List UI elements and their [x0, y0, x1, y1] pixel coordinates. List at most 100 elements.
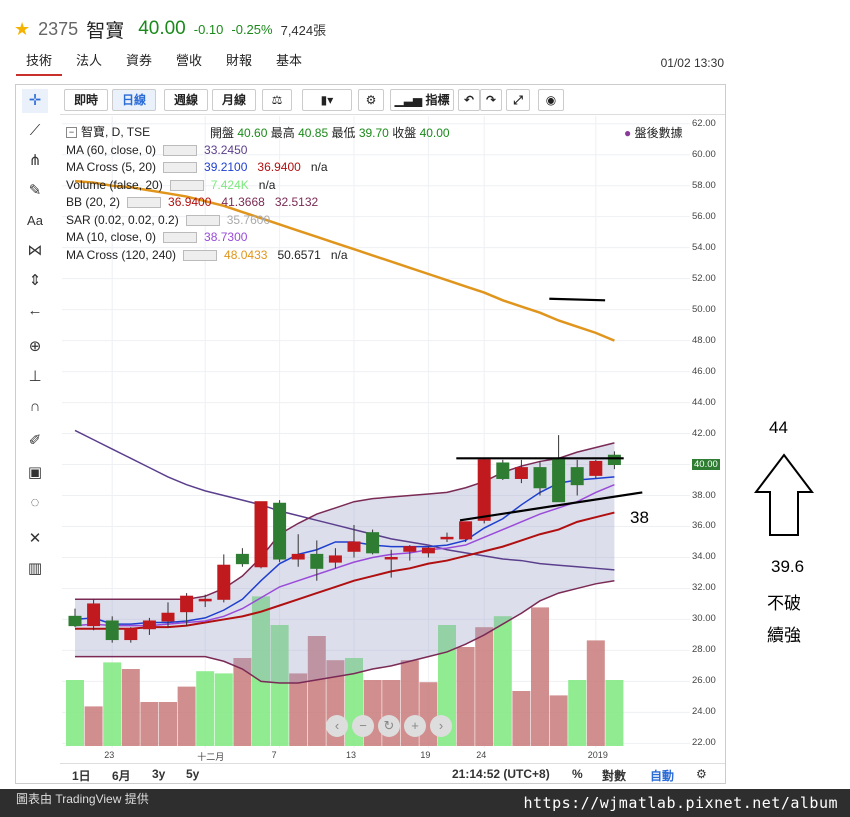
auto-toggle[interactable]: 自動	[650, 767, 674, 784]
candle-body	[514, 467, 528, 479]
legend-row[interactable]: MA (60, close, 0) 33.2450	[66, 142, 354, 160]
lock-icon[interactable]: ▣	[22, 461, 48, 485]
redo-icon[interactable]: ↷	[480, 89, 502, 111]
after-hours-label[interactable]: ● 盤後數據	[624, 124, 683, 141]
legend-controls-icon[interactable]	[185, 214, 220, 226]
tab-technical[interactable]: 技術	[16, 52, 63, 76]
ruler-icon[interactable]: ⊥	[22, 365, 48, 389]
source-credit: 圖表由 TradingView 提供	[16, 792, 149, 806]
collapse-icon[interactable]: −	[66, 127, 77, 139]
arrow-left-icon[interactable]: ←	[22, 299, 48, 323]
pattern-icon[interactable]: ⋈	[22, 239, 48, 263]
daily-button[interactable]: 日線	[112, 89, 156, 111]
tools-icon[interactable]: ✕	[22, 527, 48, 551]
legend-row[interactable]: Volume (false, 20) 7.424K n/a	[66, 177, 354, 195]
magnet-icon[interactable]: ∩	[22, 395, 48, 419]
legend-row[interactable]: SAR (0.02, 0.02, 0.2) 35.7600	[66, 212, 354, 230]
y-tick-label: 24.00	[692, 706, 716, 718]
log-toggle[interactable]: 對數	[602, 767, 626, 784]
axis-settings-icon[interactable]: ⚙	[696, 767, 707, 781]
volume-bar	[456, 647, 475, 746]
candle-body	[607, 454, 621, 466]
zoom-in-icon[interactable]: +	[404, 715, 426, 737]
main-tabs: 技術 法人 資券 營收 財報 基本	[16, 52, 850, 78]
volume-bar	[66, 680, 84, 746]
close-label: 收盤	[392, 126, 417, 140]
candle-body	[459, 521, 473, 540]
undo-icon[interactable]: ↶	[458, 89, 480, 111]
y-tick-label: 26.00	[692, 675, 716, 687]
scroll-right-icon[interactable]: ›	[430, 715, 452, 737]
legend-controls-icon[interactable]	[169, 179, 204, 191]
volume-bar	[289, 673, 308, 746]
y-tick-label: 44.00	[692, 396, 716, 408]
candle-body	[421, 547, 435, 554]
settings-icon[interactable]: ⚙	[358, 89, 384, 111]
legend-row[interactable]: BB (20, 2) 36.9400 41.3668 32.5132	[66, 194, 354, 212]
monthly-button[interactable]: 月線	[212, 89, 256, 111]
time-axis[interactable]: 23 十二月 7 13 19 24 2019	[62, 750, 690, 762]
percent-toggle[interactable]: %	[572, 767, 583, 781]
text-icon[interactable]: Aa	[22, 209, 48, 233]
tab-basic[interactable]: 基本	[266, 52, 312, 76]
legend-controls-icon[interactable]	[127, 197, 162, 209]
volume-bar	[159, 702, 177, 746]
fullscreen-icon[interactable]: ⤢	[506, 89, 530, 111]
candle-body	[217, 564, 231, 600]
legend-row[interactable]: MA (10, close, 0) 38.7300	[66, 229, 354, 247]
range-5y[interactable]: 5y	[186, 767, 199, 781]
pitchfork-icon[interactable]: ⋔	[22, 149, 48, 173]
tab-financials[interactable]: 財報	[216, 52, 262, 76]
legend-controls-icon[interactable]	[183, 249, 218, 261]
zoom-out-icon[interactable]: −	[352, 715, 374, 737]
tab-revenue[interactable]: 營收	[166, 52, 212, 76]
pencil-lock-icon[interactable]: ✐	[22, 429, 48, 453]
brush-icon[interactable]: ✎	[22, 179, 48, 203]
volume-bar	[475, 627, 494, 746]
legend-controls-icon[interactable]	[163, 232, 198, 244]
volume-bar	[103, 662, 122, 746]
candle-body	[403, 546, 417, 552]
tab-institutional[interactable]: 法人	[66, 52, 112, 76]
camera-icon[interactable]: ◉	[538, 89, 564, 111]
measure-icon[interactable]: ⇕	[22, 269, 48, 293]
range-1d[interactable]: 1日	[72, 767, 91, 784]
indicators-label: 指標	[425, 93, 450, 107]
legend-controls-icon[interactable]	[163, 162, 198, 174]
candle-body	[328, 555, 342, 563]
legend-value: 41.3668	[221, 195, 265, 209]
trend-line-icon[interactable]: ⟋	[22, 119, 48, 143]
range-6m[interactable]: 6月	[112, 767, 131, 784]
realtime-button[interactable]: 即時	[64, 89, 108, 111]
scroll-left-icon[interactable]: ‹	[326, 715, 348, 737]
price-axis[interactable]: 62.00 60.00 58.00 56.00 54.00 52.00 50.00 48.00…	[690, 116, 725, 748]
y-tick-label: 54.00	[692, 241, 716, 253]
eye-hidden-icon[interactable]: ◌	[22, 491, 48, 515]
volume-bar	[568, 680, 587, 746]
legend-row[interactable]: MA Cross (5, 20) 39.2100 36.9400 n/a	[66, 159, 354, 177]
trendline[interactable]	[549, 297, 606, 302]
legend-value: 32.5132	[274, 195, 319, 209]
legend-label: MA Cross (5, 20)	[66, 160, 157, 174]
x-tick-label: 19	[420, 750, 431, 760]
legend-value: 38.7300	[204, 230, 248, 244]
star-icon[interactable]: ★	[14, 19, 30, 40]
legend-label: MA (10, close, 0)	[66, 230, 157, 244]
weekly-button[interactable]: 週線	[164, 89, 208, 111]
candle-type-icon[interactable]: ▮▾	[302, 89, 352, 111]
reset-icon[interactable]: ↻	[378, 715, 400, 737]
candle-body	[310, 553, 324, 569]
tab-margin[interactable]: 資券	[116, 52, 162, 76]
range-3y[interactable]: 3y	[152, 767, 165, 781]
legend-controls-icon[interactable]	[163, 144, 198, 156]
legend-row[interactable]: MA Cross (120, 240) 48.0433 50.6571 n/a	[66, 247, 354, 265]
x-tick-label: 2019	[587, 750, 608, 760]
compare-icon[interactable]: ⚖	[262, 89, 292, 111]
zoom-icon[interactable]: ⊕	[22, 335, 48, 359]
trash-icon[interactable]: ▥	[22, 557, 48, 581]
crosshair-icon[interactable]: ✛	[22, 89, 48, 113]
y-tick-label: 22.00	[692, 737, 716, 749]
volume-total: 7,424張	[280, 22, 327, 38]
indicators-button[interactable]: ▁▃▅ 指標	[390, 89, 454, 111]
y-tick-label: 60.00	[692, 148, 716, 160]
